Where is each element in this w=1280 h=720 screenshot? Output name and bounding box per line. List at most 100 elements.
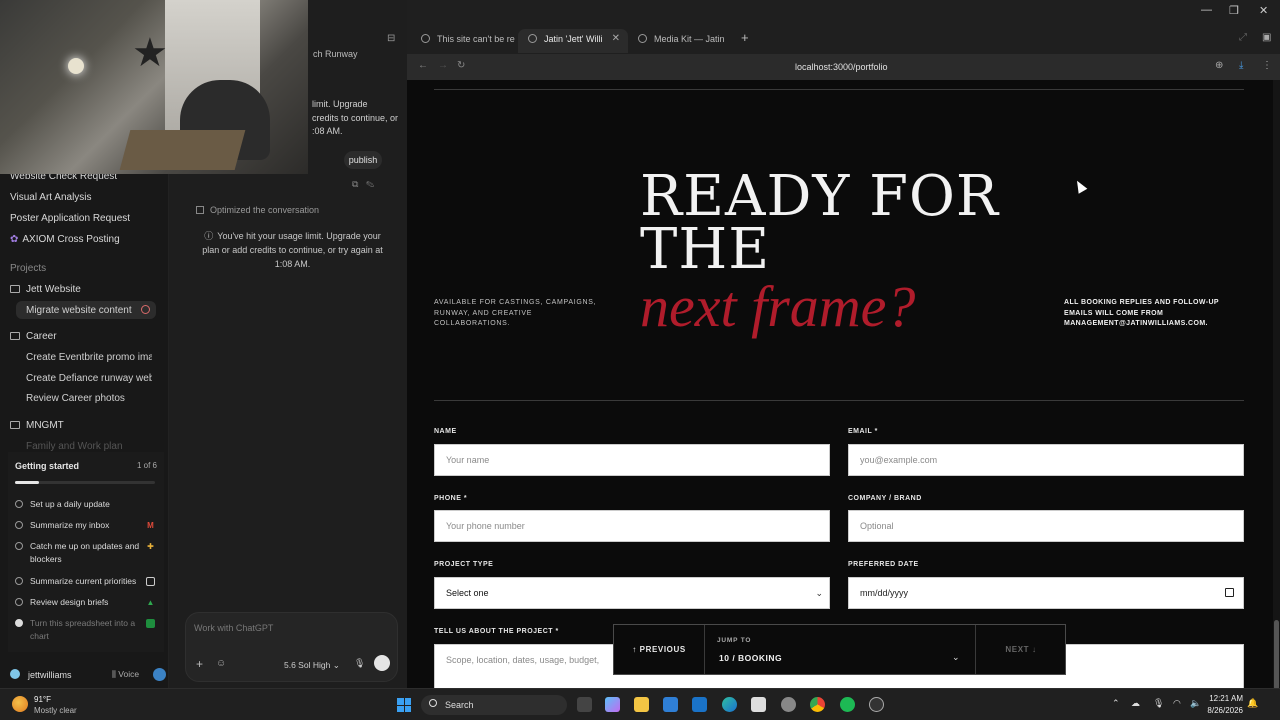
task-item[interactable]: Set up a daily update (15, 498, 161, 511)
company-field[interactable]: Optional (848, 510, 1244, 542)
composer-input[interactable]: Work with ChatGPT (194, 623, 273, 633)
task-item[interactable]: Catch me up on updates and blockers ✚ (15, 540, 161, 566)
chat-heading-partial: ch Runway (313, 49, 358, 59)
outlook-icon[interactable] (692, 697, 707, 712)
project-jett-website[interactable]: Jett Website (10, 284, 81, 295)
sidebar-toggle-icon[interactable]: ⊟ (387, 33, 395, 44)
title-bar: — ❐ ✕ (407, 0, 1280, 24)
settings-icon[interactable] (781, 697, 796, 712)
model-selector[interactable]: 5.6 Sol High ⌄ (284, 660, 340, 671)
sidebar-panel-icon[interactable]: ▣ (1262, 32, 1271, 43)
date-field[interactable]: mm/dd/yyyy (848, 577, 1244, 609)
add-icon[interactable]: + (196, 657, 203, 671)
hero-heading-line2: THE (640, 217, 771, 282)
onedrive-icon[interactable]: ☁ (1131, 698, 1140, 709)
composer[interactable]: Work with ChatGPT + ☺ 5.6 Sol High ⌄ 🎙 (185, 612, 398, 682)
page-scrollbar[interactable] (1273, 80, 1280, 690)
tab-media-kit[interactable]: Media Kit — Jatin (628, 29, 733, 53)
voice-button[interactable]: ⫼ Voice (112, 669, 139, 680)
checkbox-checked-icon[interactable] (15, 619, 23, 627)
menu-icon[interactable]: ⋮ (1262, 60, 1272, 71)
minimize-icon[interactable]: — (1201, 4, 1212, 16)
name-field[interactable]: Your name (434, 444, 830, 476)
back-icon[interactable]: ← (418, 60, 428, 71)
clock-time[interactable]: 12:21 AM (1207, 694, 1243, 703)
task-item[interactable]: Turn this spreadsheet into a chart (15, 617, 161, 643)
project-type-select[interactable]: Select one ⌄ (434, 577, 830, 609)
chrome-icon[interactable] (810, 697, 825, 712)
sidebar-item-family-plan[interactable]: Family and Work plan (26, 441, 152, 452)
checkbox-icon[interactable] (15, 542, 23, 550)
phone-field[interactable]: Your phone number (434, 510, 830, 542)
project-mngmt[interactable]: MNGMT (10, 420, 64, 431)
sidebar-item-visual-art[interactable]: Visual Art Analysis (10, 192, 92, 203)
tab-search-icon[interactable]: ⤢ (1239, 32, 1247, 43)
previous-label: PREVIOUS (639, 645, 686, 654)
checkbox-icon[interactable] (15, 577, 23, 585)
new-tab-icon[interactable]: + (741, 30, 749, 45)
email-field[interactable]: you@example.com (848, 444, 1244, 476)
close-tab-icon[interactable]: ✕ (612, 29, 620, 49)
restore-icon[interactable]: ❐ (1229, 4, 1239, 17)
task-view-icon[interactable] (577, 697, 592, 712)
chevron-down-icon[interactable]: ⌄ (952, 652, 960, 663)
wifi-icon[interactable]: ◠ (1173, 698, 1181, 709)
address-toolbar: ← → ↻ localhost:3000/portfolio ⊕ ⤓ ⋮ (407, 54, 1280, 80)
copilot-icon[interactable] (605, 697, 620, 712)
copy-icon[interactable]: ⧉ (352, 179, 358, 189)
tab-error[interactable]: This site can't be re (411, 29, 516, 53)
task-item[interactable]: Summarize my inbox M (15, 519, 161, 532)
install-icon[interactable]: ⊕ (1215, 60, 1223, 71)
arrow-up-icon: ↑ (632, 645, 640, 654)
previous-button[interactable]: ↑ PREVIOUS (614, 625, 705, 674)
tools-icon[interactable]: ☺ (216, 658, 226, 669)
download-icon[interactable]: ⤓ (1239, 60, 1243, 71)
tab-portfolio[interactable]: Jatin 'Jett' Willi ✕ (518, 29, 628, 53)
hero-heading-line1: READY FOR (640, 164, 1000, 229)
chatgpt-icon[interactable] (869, 697, 884, 712)
photos-icon[interactable] (751, 697, 766, 712)
sidebar-item-poster-application[interactable]: Poster Application Request (10, 213, 130, 224)
sidebar-item-eventbrite[interactable]: Create Eventbrite promo imag (26, 352, 152, 363)
calendar-icon[interactable] (1225, 588, 1234, 597)
user-row[interactable]: jettwilliams ⫼ Voice (0, 664, 168, 686)
webcam-overlay: ★ (0, 0, 308, 174)
task-item[interactable]: Review design briefs ▲ (15, 596, 161, 609)
address-bar[interactable]: localhost:3000/portfolio (795, 62, 888, 72)
close-icon[interactable]: ✕ (1259, 4, 1268, 17)
download-icon[interactable] (153, 668, 166, 681)
scroll-thumb[interactable] (1274, 620, 1279, 690)
sidebar-item-axiom[interactable]: ✿ AXIOM Cross Posting (10, 234, 120, 245)
project-type-label: PROJECT TYPE (434, 561, 494, 568)
task-item[interactable]: Summarize current priorities (15, 575, 161, 588)
chevron-up-icon[interactable]: ⌃ (1112, 698, 1120, 709)
clock-date[interactable]: 8/26/2026 (1199, 706, 1243, 715)
voice-mode-button[interactable] (374, 655, 390, 671)
spotify-icon[interactable] (840, 697, 855, 712)
weather-icon[interactable] (12, 696, 28, 712)
sidebar-item-migrate[interactable]: Migrate website content (26, 305, 144, 316)
message-actions: ⧉ ✎ (352, 179, 374, 190)
sidebar-item-defiance[interactable]: Create Defiance runway websi (26, 373, 152, 384)
file-explorer-icon[interactable] (634, 697, 649, 712)
windows-start-icon[interactable] (397, 698, 411, 712)
sidebar-item-career-photos[interactable]: Review Career photos (26, 393, 152, 404)
mic-icon[interactable]: 🎙 (354, 658, 365, 669)
forward-icon[interactable]: → (438, 60, 448, 71)
webcam-lamp (68, 58, 84, 74)
arrow-down-icon: ↓ (1029, 645, 1037, 654)
taskbar-search[interactable]: Search (421, 695, 567, 715)
reload-icon[interactable]: ↻ (457, 60, 465, 71)
mic-icon[interactable]: 🎙 (1153, 698, 1164, 709)
next-button[interactable]: NEXT ↓ (975, 625, 1066, 674)
checkbox-icon[interactable] (15, 500, 23, 508)
edit-icon[interactable]: ✎ (366, 179, 374, 189)
notification-icon[interactable]: 🔔 (1247, 698, 1258, 709)
project-career[interactable]: Career (10, 331, 57, 342)
checkbox-icon[interactable] (15, 598, 23, 606)
checkbox-icon[interactable] (15, 521, 23, 529)
edge-icon[interactable] (722, 697, 737, 712)
jump-to-select[interactable]: 10 / BOOKING (719, 653, 782, 663)
store-icon[interactable] (663, 697, 678, 712)
site-icon (528, 34, 537, 43)
